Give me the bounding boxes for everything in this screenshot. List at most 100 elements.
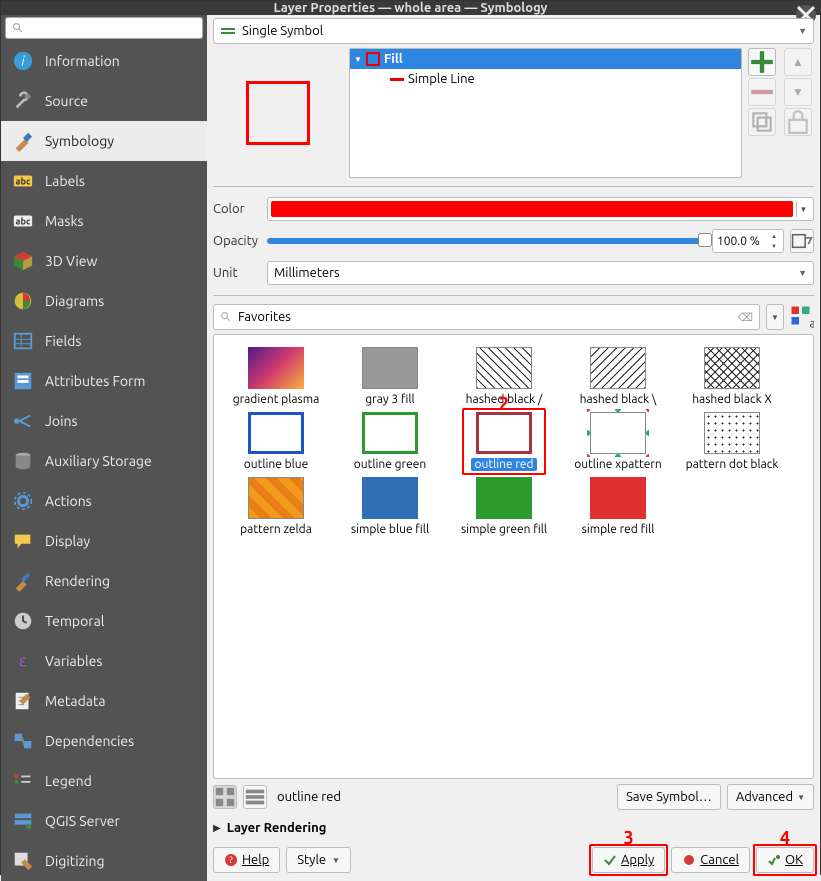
style-manager-button[interactable]: a bbox=[790, 305, 814, 329]
search-icon bbox=[220, 311, 232, 323]
opacity-slider[interactable] bbox=[267, 238, 706, 244]
filter-value: Favorites bbox=[238, 310, 737, 324]
sidebar-item-3dview[interactable]: 3D View bbox=[1, 241, 207, 281]
sidebar-item-rendering[interactable]: Rendering bbox=[1, 561, 207, 601]
help-button[interactable]: ? Help bbox=[213, 847, 280, 873]
sidebar-item-label: Source bbox=[45, 93, 88, 109]
wrench-icon bbox=[11, 89, 35, 113]
speech-icon bbox=[11, 529, 35, 553]
labels-icon: abc bbox=[11, 169, 35, 193]
style-gallery: gradient plasma gray 3 fill hashed black… bbox=[213, 334, 814, 779]
gallery-item[interactable]: outline green bbox=[336, 412, 444, 471]
gallery-item-selected[interactable]: 2 outline red bbox=[450, 412, 558, 471]
sidebar-item-display[interactable]: Display bbox=[1, 521, 207, 561]
remove-layer-button[interactable] bbox=[748, 78, 776, 106]
sidebar-item-masks[interactable]: abc Masks bbox=[1, 201, 207, 241]
gallery-item[interactable]: hashed black X bbox=[678, 347, 786, 406]
sidebar-item-label: QGIS Server bbox=[45, 813, 120, 829]
sidebar-item-diagrams[interactable]: Diagrams bbox=[1, 281, 207, 321]
chevron-down-icon[interactable]: ▼ bbox=[796, 201, 810, 217]
sidebar-item-metadata[interactable]: Metadata bbox=[1, 681, 207, 721]
database-icon bbox=[11, 449, 35, 473]
sidebar-item-label: Masks bbox=[45, 213, 84, 229]
clear-icon[interactable]: ⌫ bbox=[737, 311, 753, 324]
chevron-down-icon: ▼ bbox=[798, 268, 807, 278]
palette-icon: a bbox=[790, 305, 814, 329]
sidebar-item-actions[interactable]: Actions bbox=[1, 481, 207, 521]
sidebar-item-qgisserver[interactable]: QGIS Server bbox=[1, 801, 207, 841]
ok-button[interactable]: 4 OK bbox=[756, 847, 814, 873]
icon-view-button[interactable] bbox=[213, 785, 237, 809]
gallery-item[interactable]: pattern zelda bbox=[222, 477, 330, 536]
gallery-item[interactable]: simple green fill bbox=[450, 477, 558, 536]
sidebar-item-label: Fields bbox=[45, 333, 81, 349]
cancel-button[interactable]: Cancel bbox=[671, 847, 750, 873]
symbol-layer-tree[interactable]: ▼ Fill Simple Line bbox=[349, 48, 742, 178]
data-defined-button[interactable] bbox=[790, 229, 814, 253]
sidebar-item-label: Legend bbox=[45, 773, 92, 789]
unit-select[interactable]: Millimeters ▼ bbox=[267, 261, 814, 285]
style-button[interactable]: Style▼ bbox=[286, 847, 351, 873]
layer-tree-label: Fill bbox=[384, 52, 403, 66]
gallery-item[interactable]: hashed black \ bbox=[564, 347, 672, 406]
list-view-button[interactable] bbox=[243, 785, 267, 809]
gallery-item[interactable]: outline xpattern bbox=[564, 412, 672, 471]
sidebar-item-attributesform[interactable]: Attributes Form bbox=[1, 361, 207, 401]
move-down-button[interactable]: ▼ bbox=[784, 78, 812, 106]
window-title: Layer Properties — whole area — Symbolog… bbox=[274, 1, 548, 15]
add-layer-button[interactable] bbox=[748, 48, 776, 76]
gallery-item[interactable]: gradient plasma bbox=[222, 347, 330, 406]
svg-text:abc: abc bbox=[16, 216, 31, 227]
opacity-label: Opacity bbox=[213, 234, 261, 248]
sidebar-item-legend[interactable]: Legend bbox=[1, 761, 207, 801]
sidebar-item-label: Actions bbox=[45, 493, 92, 509]
style-filter-input[interactable]: Favorites ⌫ bbox=[213, 304, 760, 330]
symbol-preview bbox=[213, 48, 343, 178]
fill-swatch-icon bbox=[366, 52, 380, 66]
single-symbol-icon bbox=[220, 23, 236, 39]
sidebar-item-label: Display bbox=[45, 533, 90, 549]
svg-text:abc: abc bbox=[16, 176, 31, 187]
pie-icon bbox=[11, 289, 35, 313]
line-swatch-icon bbox=[390, 78, 404, 81]
duplicate-layer-button[interactable] bbox=[748, 108, 776, 136]
advanced-button[interactable]: Advanced▼ bbox=[727, 784, 814, 810]
lock-layer-button[interactable] bbox=[784, 108, 812, 136]
sidebar-item-symbology[interactable]: Symbology bbox=[1, 121, 207, 161]
titlebar: Layer Properties — whole area — Symbolog… bbox=[1, 1, 820, 15]
move-up-button[interactable]: ▲ bbox=[784, 48, 812, 76]
apply-button[interactable]: 3 Apply bbox=[592, 847, 665, 873]
gallery-item[interactable]: simple red fill bbox=[564, 477, 672, 536]
sidebar-item-fields[interactable]: Fields bbox=[1, 321, 207, 361]
gallery-item[interactable]: gray 3 fill bbox=[336, 347, 444, 406]
sidebar-item-auxstorage[interactable]: Auxiliary Storage bbox=[1, 441, 207, 481]
sidebar-item-variables[interactable]: εVariables bbox=[1, 641, 207, 681]
filter-dropdown[interactable]: ▼ bbox=[766, 304, 784, 330]
digitize-icon bbox=[11, 849, 35, 873]
opacity-spinbox[interactable]: 100.0 % ▲▼ bbox=[712, 229, 784, 253]
save-symbol-button[interactable]: Save Symbol… bbox=[617, 784, 721, 810]
sidebar-item-digitizing[interactable]: Digitizing bbox=[1, 841, 207, 881]
sidebar-item-joins[interactable]: Joins bbox=[1, 401, 207, 441]
sidebar-item-source[interactable]: Source bbox=[1, 81, 207, 121]
sidebar-item-temporal[interactable]: Temporal bbox=[1, 601, 207, 641]
selected-style-name: outline red bbox=[273, 790, 611, 804]
collapse-icon[interactable]: ▼ bbox=[354, 55, 362, 64]
sidebar-item-dependencies[interactable]: Dependencies bbox=[1, 721, 207, 761]
layer-tree-simpleline[interactable]: Simple Line bbox=[350, 69, 741, 89]
layer-rendering-section[interactable]: ▶ Layer Rendering bbox=[213, 815, 814, 841]
chevron-down-icon: ▼ bbox=[798, 26, 807, 36]
sidebar-item-information[interactable]: iInformation bbox=[1, 41, 207, 81]
layer-tree-fill[interactable]: ▼ Fill bbox=[350, 49, 741, 69]
sidebar-search[interactable] bbox=[5, 17, 203, 39]
color-picker[interactable]: ▼ bbox=[267, 197, 814, 221]
gallery-item[interactable]: simple blue fill bbox=[336, 477, 444, 536]
opacity-value: 100.0 % bbox=[717, 235, 760, 248]
gallery-item[interactable]: outline blue bbox=[222, 412, 330, 471]
info-icon: i bbox=[11, 49, 35, 73]
sidebar-item-labels[interactable]: abcLabels bbox=[1, 161, 207, 201]
symbol-type-select[interactable]: Single Symbol ▼ bbox=[213, 18, 814, 44]
sidebar-item-label: Auxiliary Storage bbox=[45, 453, 152, 469]
gallery-item[interactable]: pattern dot black bbox=[678, 412, 786, 471]
help-icon: ? bbox=[224, 853, 238, 867]
